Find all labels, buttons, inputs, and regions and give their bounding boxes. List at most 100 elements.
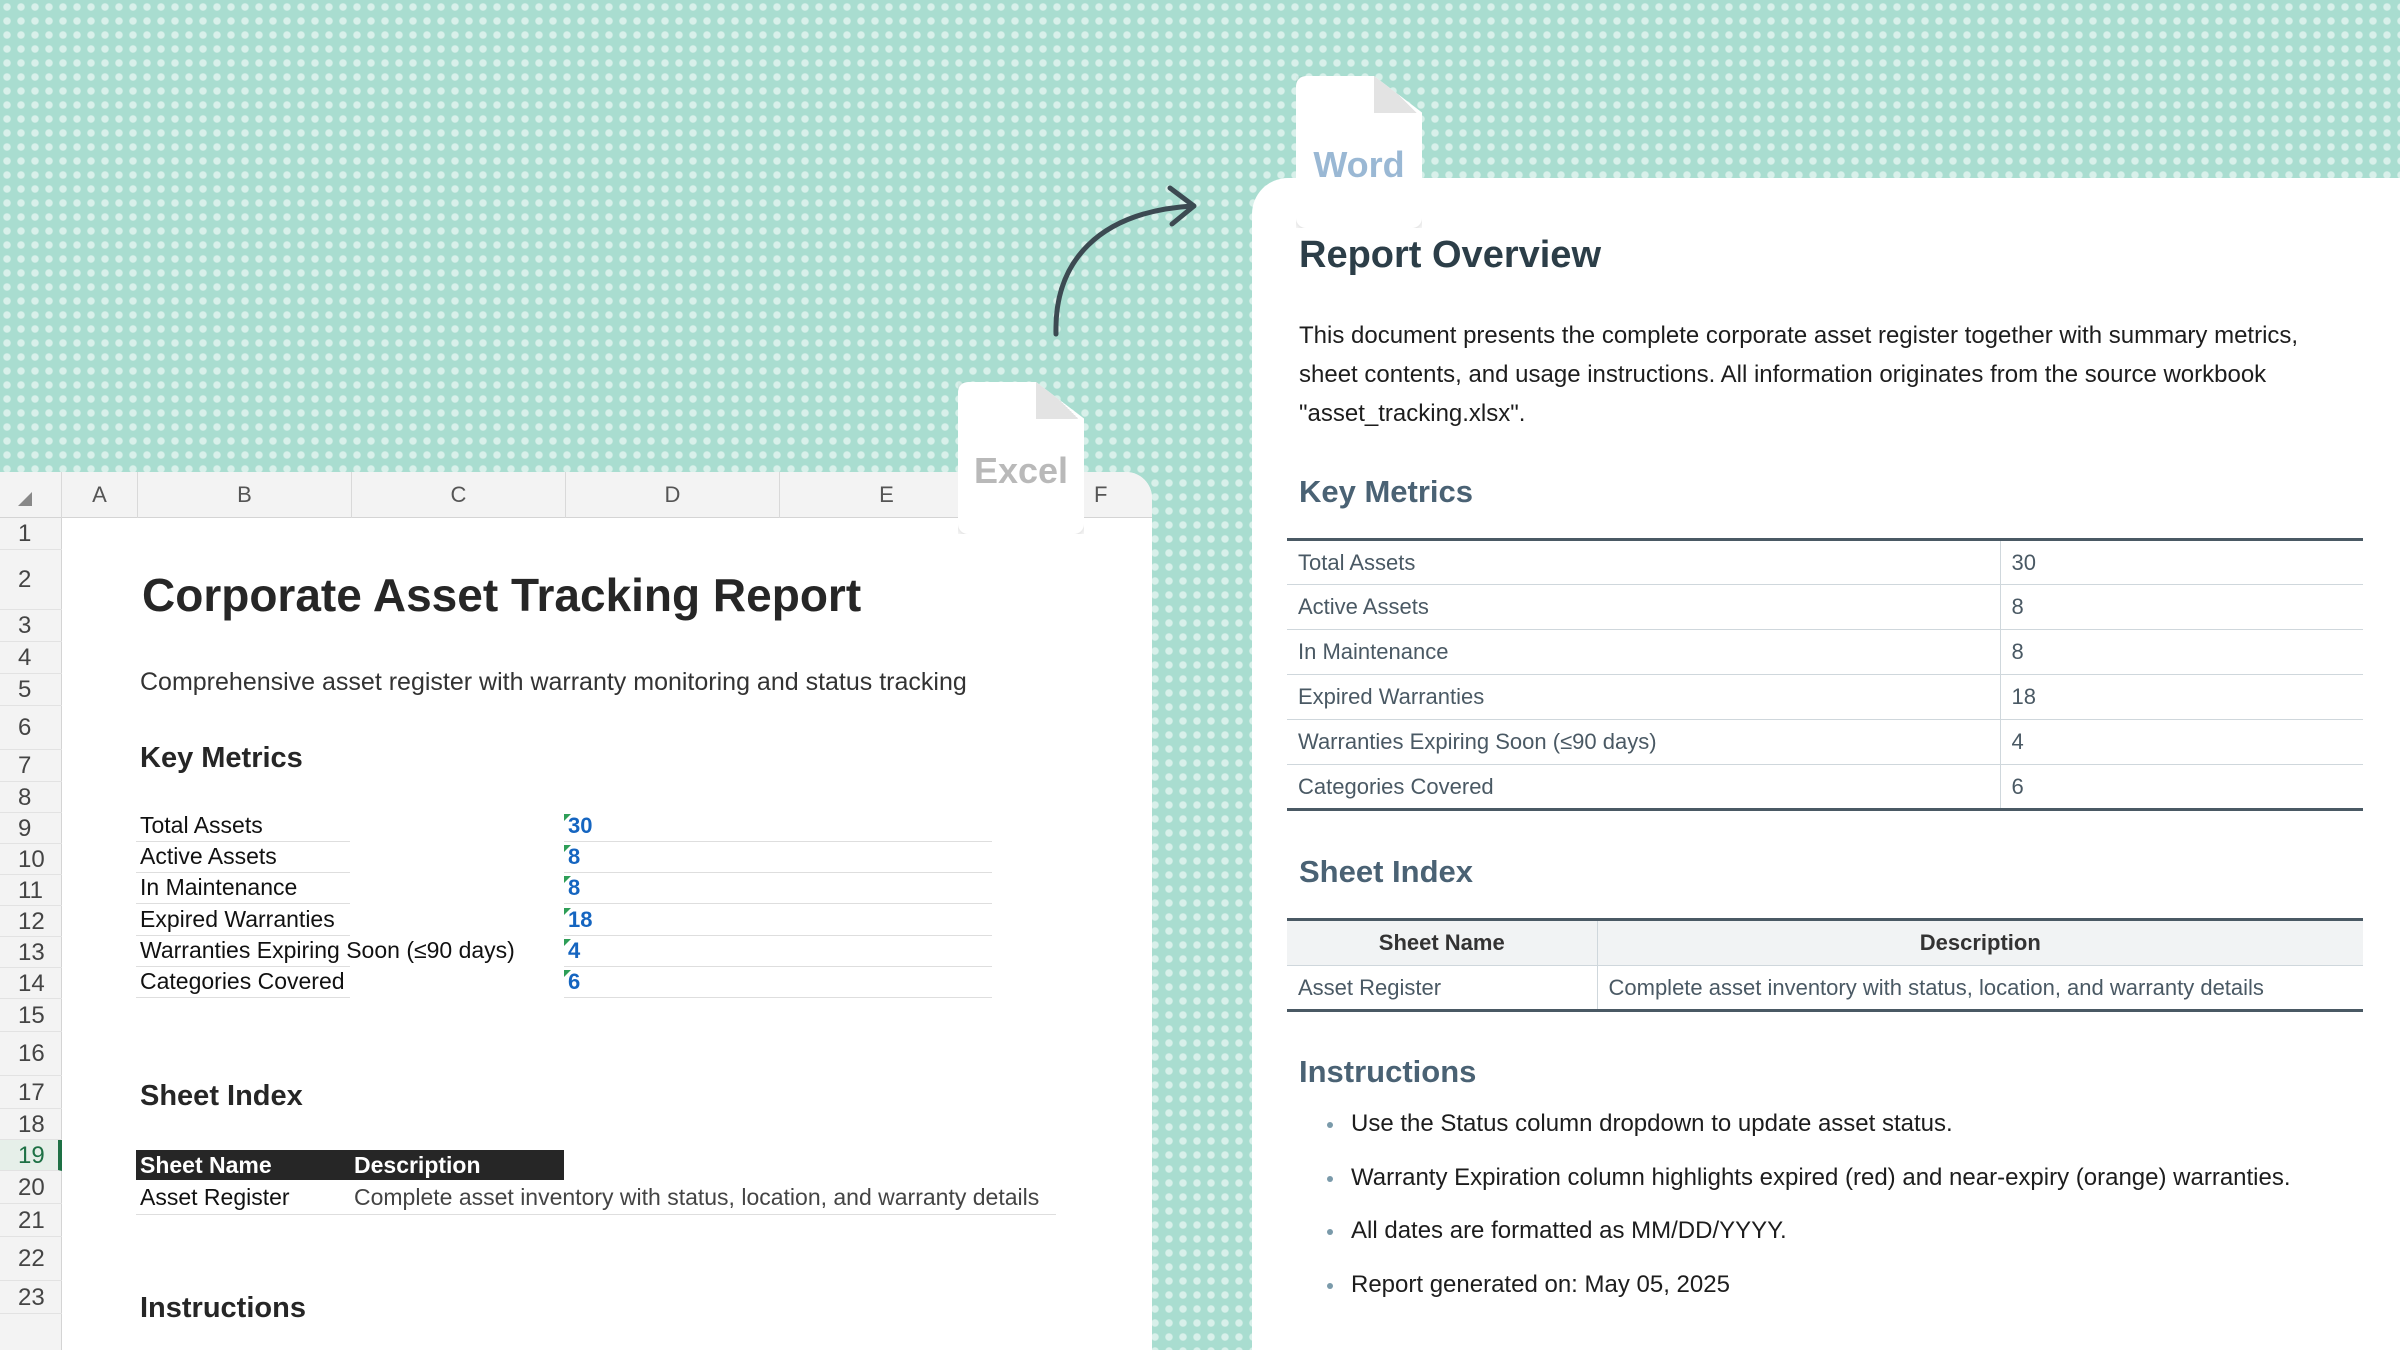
sheet-index-table: Sheet Name Description Asset Register Co… (1287, 918, 2363, 1012)
column-header-b[interactable]: B (138, 472, 352, 518)
select-all-icon (18, 492, 32, 506)
row-header-7[interactable]: 7 (0, 750, 62, 782)
sheet-description-cell: Complete asset inventory with status, lo… (1608, 974, 2264, 1000)
column-header-d[interactable]: D (566, 472, 780, 518)
sheet-name-column-header: Sheet Name (1287, 919, 1598, 966)
metric-label-cell[interactable]: Active Assets (140, 843, 277, 870)
row-header-18[interactable]: 18 (0, 1109, 62, 1140)
metric-label-cell[interactable]: Total Assets (140, 812, 263, 839)
table-row: Active Assets 8 (1287, 584, 2363, 630)
metric-value: 8 (2000, 629, 2363, 675)
sheet-index-name-cell[interactable]: Asset Register (140, 1184, 290, 1211)
metric-label: Categories Covered (1287, 764, 2001, 810)
row-divider (136, 1214, 1056, 1215)
table-row: In Maintenance 8 (1287, 629, 2363, 675)
row-header-8[interactable]: 8 (0, 782, 62, 813)
list-item: Report generated on: May 05, 2025 (1327, 1271, 2291, 1325)
word-file-icon: Word (1296, 76, 1422, 228)
metric-label-cell[interactable]: In Maintenance (140, 874, 297, 901)
row-header-19[interactable]: 19 (0, 1140, 62, 1171)
metric-value: 18 (2000, 674, 2363, 720)
excel-icon-label: Excel (973, 450, 1069, 491)
row-header-23[interactable]: 23 (0, 1281, 62, 1314)
metric-value: 8 (2000, 584, 2363, 630)
page-fold-icon (1374, 76, 1422, 113)
list-item: Warranty Expiration column highlights ex… (1327, 1164, 2291, 1218)
metric-label: Warranties Expiring Soon (≤90 days) (1287, 719, 2001, 765)
word-document-panel: Report Overview This document presents t… (1252, 178, 2400, 1350)
doc-sheet-index-heading: Sheet Index (1299, 854, 1473, 889)
table-row: Expired Warranties 18 (1287, 674, 2363, 720)
row-divider (564, 872, 992, 874)
sheet-index-header-row: Sheet Name Description (136, 1150, 564, 1180)
row-header-2[interactable]: 2 (0, 550, 62, 610)
document-title: Report Overview (1299, 234, 1601, 276)
metric-label: Total Assets (1287, 539, 2001, 585)
sheet-name-header: Sheet Name (140, 1152, 272, 1178)
row-divider (564, 965, 992, 967)
row-header-3[interactable]: 3 (0, 610, 62, 642)
excel-file-icon: Excel (958, 382, 1084, 534)
metric-value-cell[interactable]: 4 (568, 938, 580, 964)
row-header-4[interactable]: 4 (0, 642, 62, 674)
column-header-a[interactable]: A (62, 472, 138, 518)
row-header-22[interactable]: 22 (0, 1237, 62, 1281)
row-divider (136, 872, 350, 874)
row-header-15[interactable]: 15 (0, 999, 62, 1032)
metric-value: 4 (2000, 719, 2363, 765)
metric-value-cell[interactable]: 6 (568, 969, 580, 995)
list-item: All dates are formatted as MM/DD/YYYY. (1327, 1217, 2291, 1271)
row-header-12[interactable]: 12 (0, 906, 62, 937)
row-divider (564, 934, 992, 936)
conversion-arrow-icon (1053, 185, 1197, 337)
page-fold-icon (1036, 382, 1084, 419)
key-metrics-heading: Key Metrics (140, 742, 303, 774)
list-item: Use the Status column dropdown to update… (1327, 1110, 2291, 1164)
key-metrics-table: Total Assets 30 Active Assets 8 In Maintenan… (1287, 538, 2363, 811)
row-header-11[interactable]: 11 (0, 875, 62, 906)
row-divider (136, 965, 350, 967)
row-divider (564, 997, 992, 998)
row-header-14[interactable]: 14 (0, 968, 62, 999)
metric-value-cell[interactable]: 30 (568, 813, 592, 839)
description-header: Description (354, 1152, 481, 1178)
row-divider (564, 841, 992, 842)
row-header-13[interactable]: 13 (0, 937, 62, 968)
row-header-21[interactable]: 21 (0, 1204, 62, 1237)
select-all-corner[interactable] (0, 472, 62, 518)
row-divider (136, 934, 350, 936)
sheet-index-description-cell[interactable]: Complete asset inventory with status, lo… (354, 1184, 1039, 1211)
intro-paragraph: This document presents the complete corp… (1299, 322, 2299, 427)
table-row: Asset Register Complete asset inventory … (1287, 965, 2363, 1011)
metric-label: Active Assets (1287, 584, 2001, 630)
row-header-17[interactable]: 17 (0, 1076, 62, 1109)
word-icon-label: Word (1313, 144, 1405, 185)
metric-label-cell[interactable]: Expired Warranties (140, 906, 335, 933)
metric-value-cell[interactable]: 18 (568, 907, 592, 933)
row-header-6[interactable]: 6 (0, 706, 62, 750)
row-header-20[interactable]: 20 (0, 1171, 62, 1204)
metric-value: 6 (2000, 764, 2363, 810)
row-header-10[interactable]: 10 (0, 844, 62, 875)
row-divider (564, 903, 992, 905)
row-header-5[interactable]: 5 (0, 674, 62, 706)
sheet-subtitle: Comprehensive asset register with warran… (140, 668, 967, 696)
row-divider (136, 903, 350, 905)
metric-value: 30 (2000, 539, 2363, 585)
metric-label-cell[interactable]: Categories Covered (140, 968, 345, 995)
doc-instructions-heading: Instructions (1299, 1054, 1477, 1089)
excel-sheet-panel: A B C D E F 1 2 3 4 5 6 7 8 9 10 11 12 13 14 15 16 17 18 1… (0, 472, 1152, 1350)
row-header-bar: 1 2 3 4 5 6 7 8 9 10 11 12 13 14 15 16 17 18 19 20 21 22 23 (0, 518, 62, 1350)
metric-label: In Maintenance (1287, 629, 2001, 675)
metric-value-cell[interactable]: 8 (568, 875, 580, 901)
instructions-list: Use the Status column dropdown to update… (1327, 1110, 2291, 1324)
row-header-9[interactable]: 9 (0, 813, 62, 844)
metric-value-cell[interactable]: 8 (568, 844, 580, 870)
doc-key-metrics-heading: Key Metrics (1299, 474, 1474, 509)
row-header-16[interactable]: 16 (0, 1032, 62, 1076)
sheet-title: Corporate Asset Tracking Report (142, 569, 862, 621)
row-header-1[interactable]: 1 (0, 518, 62, 550)
column-header-c[interactable]: C (352, 472, 566, 518)
metric-label-cell[interactable]: Warranties Expiring Soon (≤90 days) (140, 937, 515, 964)
metric-label: Expired Warranties (1287, 674, 2001, 720)
